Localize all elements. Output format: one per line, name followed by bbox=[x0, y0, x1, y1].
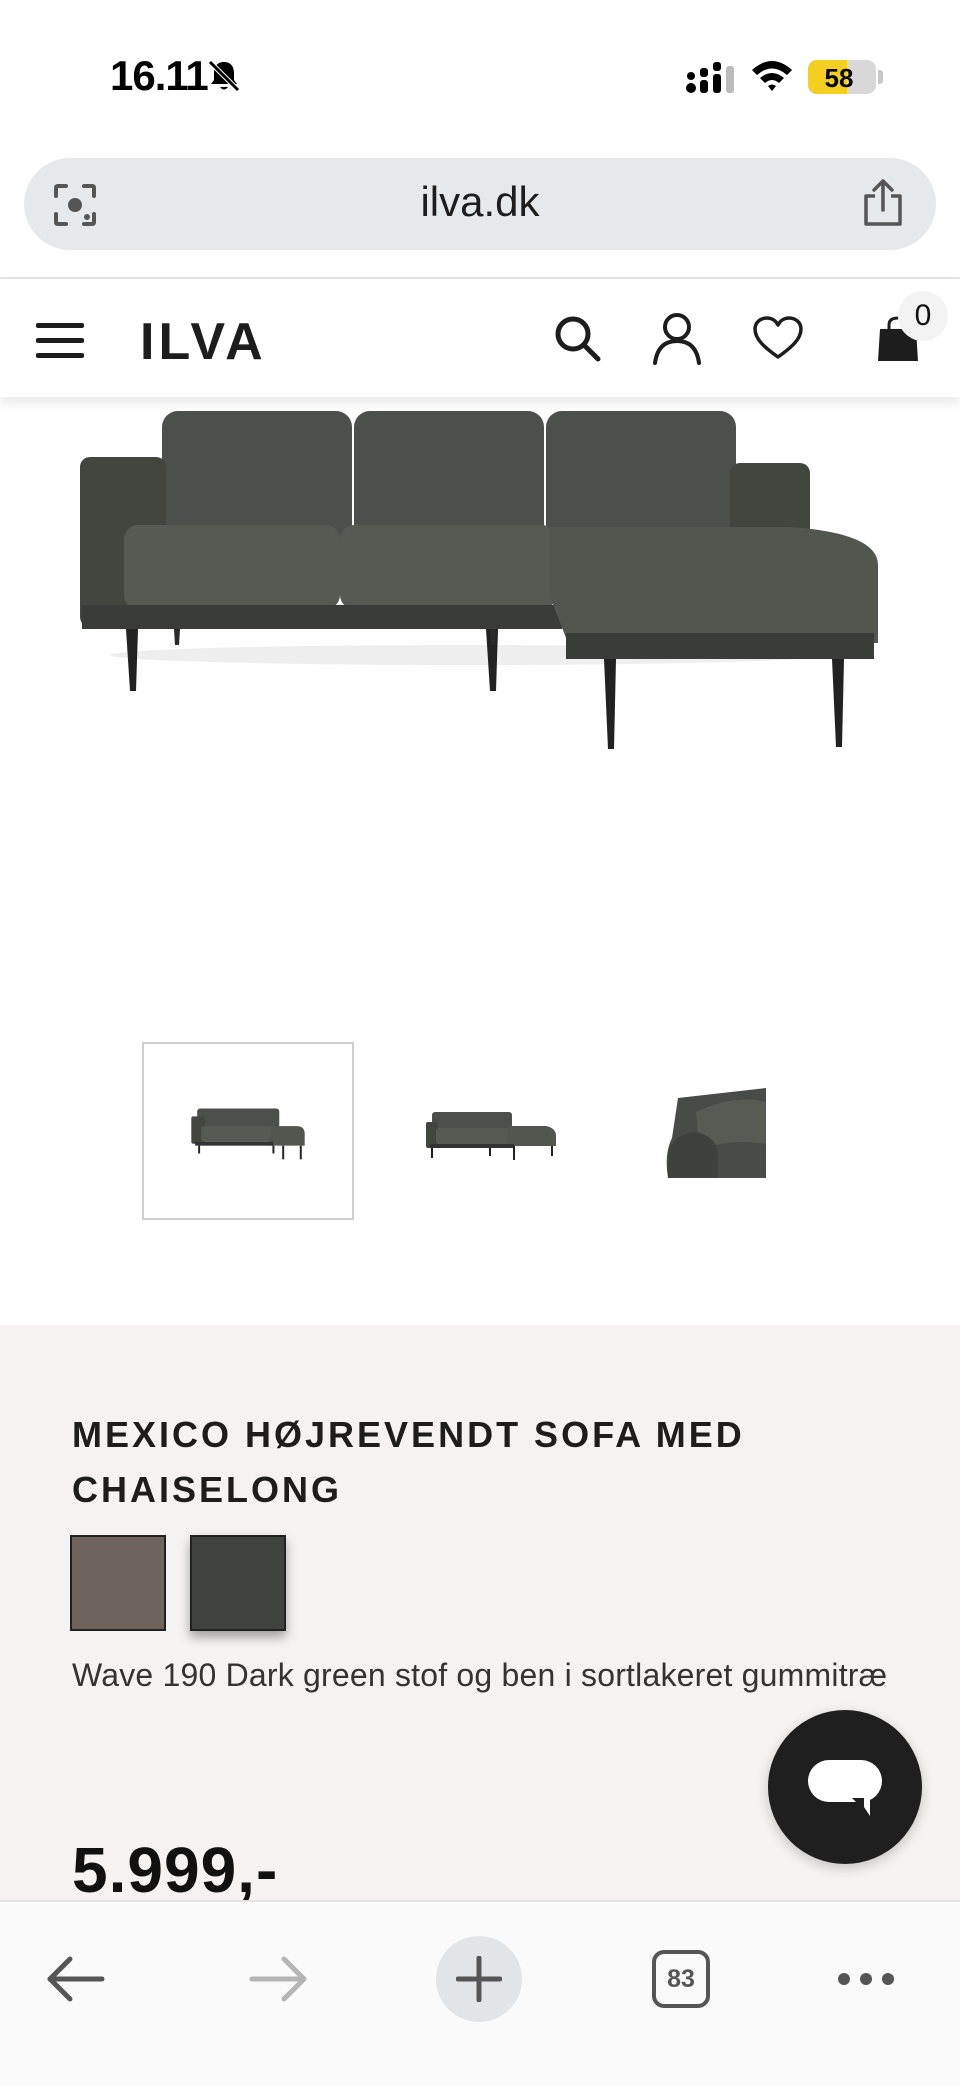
battery-icon: 58 bbox=[808, 60, 876, 94]
battery-nub bbox=[878, 70, 883, 84]
bell-slash-icon bbox=[208, 60, 240, 92]
color-swatch-grey-brown[interactable] bbox=[70, 1535, 166, 1631]
site-header: ILVA 0 bbox=[0, 279, 960, 397]
url-text[interactable]: ilva.dk bbox=[24, 178, 936, 226]
color-swatch-dark-green[interactable] bbox=[190, 1535, 286, 1631]
status-bar: 16.11 58 bbox=[0, 0, 960, 150]
cart-count-badge[interactable]: 0 bbox=[898, 291, 948, 341]
plus-icon bbox=[456, 1956, 502, 2002]
svg-text:ILVA: ILVA bbox=[140, 315, 267, 365]
search-icon[interactable] bbox=[552, 313, 602, 363]
new-tab-button[interactable] bbox=[436, 1936, 522, 2022]
product-brand: MEXICO bbox=[72, 1414, 233, 1455]
url-bar[interactable]: ilva.dk bbox=[24, 158, 936, 250]
sofa-image bbox=[80, 411, 878, 749]
sofa-detail-thumbnail-icon bbox=[666, 1088, 766, 1178]
share-icon[interactable] bbox=[860, 178, 906, 228]
thumbnail-2[interactable] bbox=[390, 1042, 602, 1220]
sofa-thumbnail-icon bbox=[191, 1108, 305, 1160]
back-arrow-icon[interactable] bbox=[44, 1952, 108, 2006]
battery-level: 58 bbox=[824, 63, 854, 93]
chat-button[interactable] bbox=[768, 1710, 922, 1864]
signal-icon bbox=[686, 62, 734, 93]
sofa-angle-thumbnail-icon bbox=[426, 1112, 556, 1160]
material-description: Wave 190 Dark green stof og ben i sortla… bbox=[72, 1657, 888, 1693]
ilva-logo[interactable]: ILVA bbox=[140, 315, 286, 365]
user-icon[interactable] bbox=[652, 311, 702, 365]
forward-arrow-icon[interactable] bbox=[246, 1952, 310, 2006]
chat-icon bbox=[808, 1760, 882, 1816]
more-icon[interactable] bbox=[836, 1964, 896, 1994]
product-image[interactable] bbox=[0, 397, 960, 997]
browser-toolbar: 83 bbox=[0, 1900, 960, 2087]
status-time: 16.11 bbox=[110, 52, 209, 99]
heart-icon[interactable] bbox=[752, 315, 804, 361]
wifi-icon bbox=[752, 61, 792, 91]
thumbnail-1[interactable] bbox=[142, 1042, 354, 1220]
tab-switcher-button[interactable]: 83 bbox=[652, 1950, 710, 2008]
product-title: MEXICO HØJREVENDT SOFA MED CHAISELONG bbox=[72, 1407, 832, 1517]
menu-icon[interactable] bbox=[36, 321, 84, 361]
product-price: 5.999,- bbox=[72, 1834, 279, 1906]
thumbnail-3[interactable] bbox=[638, 1042, 850, 1220]
